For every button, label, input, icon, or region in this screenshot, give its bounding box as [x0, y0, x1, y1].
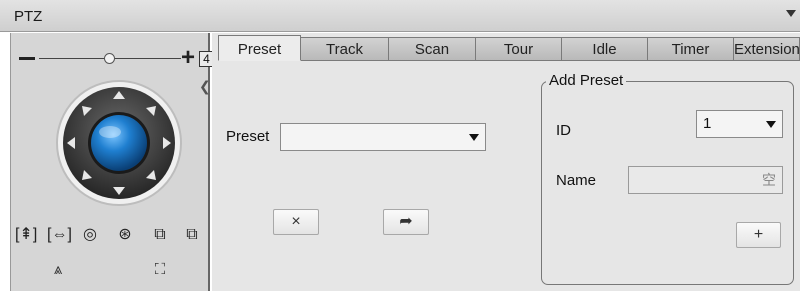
- plus-icon: +: [753, 226, 764, 243]
- chevron-down-icon: [766, 121, 776, 128]
- window-icon[interactable]: ⧉: [149, 225, 171, 245]
- titlebar: PTZ: [0, 0, 800, 32]
- lens-control-row-2: ⩓ ⛶: [15, 260, 211, 280]
- delete-preset-button[interactable]: ×: [273, 209, 319, 235]
- tab-tour[interactable]: Tour: [476, 37, 562, 61]
- lens-control-row: [⇞] [⇔] ◎ ⊛ ⧉ ⧉: [15, 225, 211, 245]
- ptz-control-panel: + 4 ❮ [⇞] [⇔] ◎ ⊛ ⧉ ⧉ ⩓ ⛶: [10, 33, 214, 291]
- focus-far-icon[interactable]: [⇔]: [47, 225, 72, 245]
- iris-close-icon[interactable]: ⊛: [114, 225, 136, 245]
- joystick-graphic: [56, 80, 182, 206]
- tab-bar: Preset Track Scan Tour Idle Timer Extens…: [218, 35, 800, 61]
- tab-scan[interactable]: Scan: [389, 37, 476, 61]
- ptz-config-panel: Preset Track Scan Tour Idle Timer Extens…: [212, 33, 800, 291]
- tab-track[interactable]: Track: [301, 37, 389, 61]
- id-select-value: 1: [703, 115, 712, 132]
- name-field[interactable]: 空: [628, 166, 783, 194]
- preset-label: Preset: [226, 128, 270, 145]
- collapse-icon[interactable]: [786, 10, 796, 17]
- focus-near-icon[interactable]: [⇞]: [15, 225, 37, 245]
- auto-focus-icon[interactable]: ⩓: [47, 260, 69, 280]
- tab-preset[interactable]: Preset: [218, 35, 301, 61]
- tab-extension[interactable]: Extension: [734, 37, 800, 61]
- name-label: Name: [556, 172, 597, 189]
- fullscreen-icon[interactable]: ⛶: [149, 260, 171, 280]
- goto-arrow-icon: ➦: [399, 213, 413, 230]
- iris-open-icon[interactable]: ◎: [79, 225, 101, 245]
- add-preset-title: Add Preset: [546, 72, 627, 89]
- window-title: PTZ: [14, 8, 43, 25]
- collapse-left-icon[interactable]: ❮: [199, 78, 211, 95]
- close-icon: ×: [291, 213, 301, 230]
- tab-timer[interactable]: Timer: [648, 37, 734, 61]
- tab-idle[interactable]: Idle: [562, 37, 648, 61]
- speed-slider-knob[interactable]: [104, 53, 115, 64]
- add-preset-group: Add Preset ID 1 Name 空 +: [541, 72, 794, 285]
- add-preset-button[interactable]: +: [736, 222, 781, 248]
- speed-decrease-button[interactable]: [19, 57, 35, 60]
- speed-slider-row: + 4: [19, 46, 214, 70]
- id-select[interactable]: 1: [696, 110, 783, 138]
- speed-increase-button[interactable]: +: [181, 46, 199, 70]
- preset-select[interactable]: [280, 123, 486, 151]
- chevron-down-icon: [469, 134, 479, 141]
- window-alt-icon[interactable]: ⧉: [181, 225, 203, 245]
- id-label: ID: [556, 122, 571, 139]
- ptz-joystick[interactable]: [55, 79, 183, 207]
- goto-preset-button[interactable]: ➦: [383, 209, 429, 235]
